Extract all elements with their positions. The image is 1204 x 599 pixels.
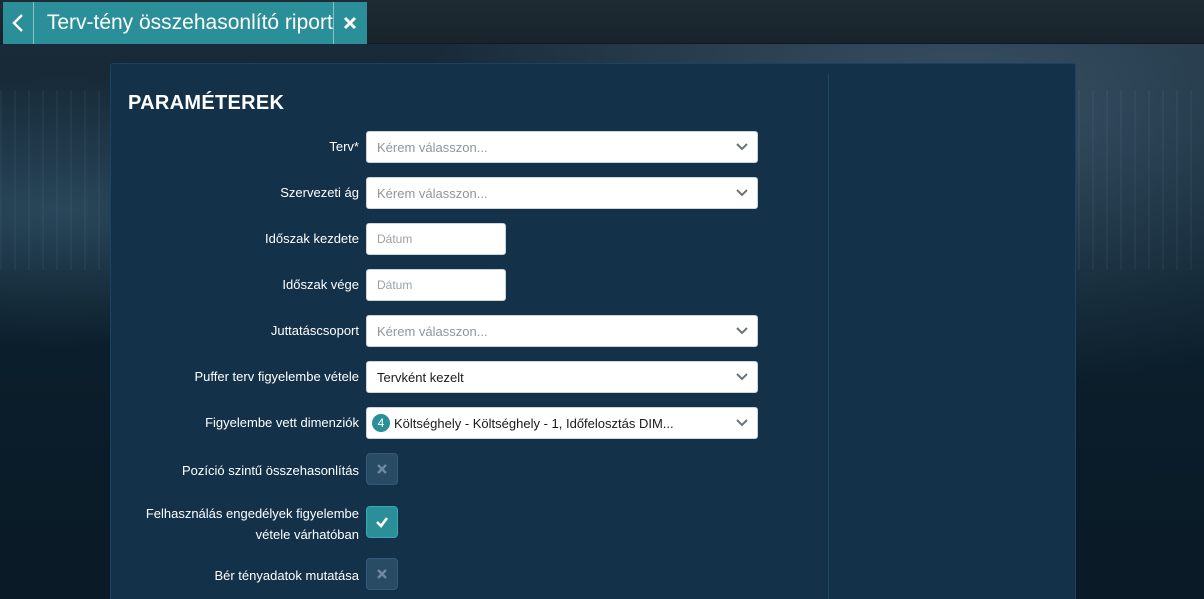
felhasznalas-label-line2: vétele várhatóban bbox=[255, 527, 359, 542]
felhasznalas-label-line1: Felhasználás engedélyek figyelembe bbox=[145, 506, 359, 521]
chevron-down-icon bbox=[736, 419, 748, 427]
puffer-select[interactable]: Tervként kezelt bbox=[366, 361, 758, 393]
title-tab: Terv-tény összehasonlító riport bbox=[3, 2, 367, 44]
pozicio-label: Pozíció szintű összehasonlítás bbox=[181, 463, 359, 478]
dimenziok-select[interactable]: 4 Költséghely - Költséghely - 1, Időfelo… bbox=[366, 407, 758, 439]
puffer-label: Puffer terv figyelembe vétele bbox=[194, 369, 359, 384]
felhasznalas-toggle[interactable] bbox=[366, 506, 398, 538]
top-bar: Terv-tény összehasonlító riport bbox=[0, 0, 1204, 44]
terv-placeholder: Kérem válasszon... bbox=[377, 139, 488, 155]
felhasznalas-label: Felhasználás engedélyek figyelembe vétel… bbox=[146, 503, 359, 545]
chevron-down-icon bbox=[736, 373, 748, 381]
page-title: Terv-tény összehasonlító riport bbox=[34, 2, 334, 44]
check-icon bbox=[376, 517, 389, 528]
puffer-value: Tervként kezelt bbox=[377, 369, 464, 385]
x-icon bbox=[377, 464, 387, 474]
idoszak-vege-input[interactable] bbox=[366, 269, 506, 301]
chevron-down-icon bbox=[736, 189, 748, 197]
chevron-down-icon bbox=[736, 143, 748, 151]
juttatascsoport-placeholder: Kérem válasszon... bbox=[377, 323, 488, 339]
back-button[interactable] bbox=[3, 2, 34, 44]
ber-label: Bér tényadatok mutatása bbox=[214, 568, 359, 583]
panel-title: PARAMÉTEREK bbox=[128, 92, 285, 114]
juttatascsoport-label: Juttatáscsoport bbox=[270, 323, 359, 338]
chevron-left-icon bbox=[12, 14, 23, 32]
terv-select[interactable]: Kérem válasszon... bbox=[366, 131, 758, 163]
terv-label: Terv* bbox=[329, 139, 359, 154]
dimenziok-value: Költséghely - Költséghely - 1, Időfelosz… bbox=[394, 415, 674, 431]
szervezeti-ag-label: Szervezeti ág bbox=[280, 185, 359, 200]
idoszak-kezdete-input[interactable] bbox=[366, 223, 506, 255]
close-button[interactable] bbox=[334, 2, 367, 44]
dimenziok-label: Figyelembe vett dimenziók bbox=[205, 415, 359, 430]
pozicio-toggle[interactable] bbox=[366, 453, 398, 485]
chevron-down-icon bbox=[736, 327, 748, 335]
szervezeti-ag-placeholder: Kérem válasszon... bbox=[377, 185, 488, 201]
parameters-panel: PARAMÉTEREK Terv* Kérem válasszon... Sze… bbox=[110, 63, 1076, 599]
close-icon bbox=[344, 16, 357, 30]
idoszak-vege-label: Időszak vége bbox=[282, 277, 359, 292]
ber-toggle[interactable] bbox=[366, 558, 398, 590]
juttatascsoport-select[interactable]: Kérem válasszon... bbox=[366, 315, 758, 347]
idoszak-kezdete-label: Időszak kezdete bbox=[265, 231, 359, 246]
szervezeti-ag-select[interactable]: Kérem válasszon... bbox=[366, 177, 758, 209]
panel-divider bbox=[828, 74, 829, 599]
selection-count-badge: 4 bbox=[372, 414, 390, 432]
x-icon bbox=[377, 569, 387, 579]
